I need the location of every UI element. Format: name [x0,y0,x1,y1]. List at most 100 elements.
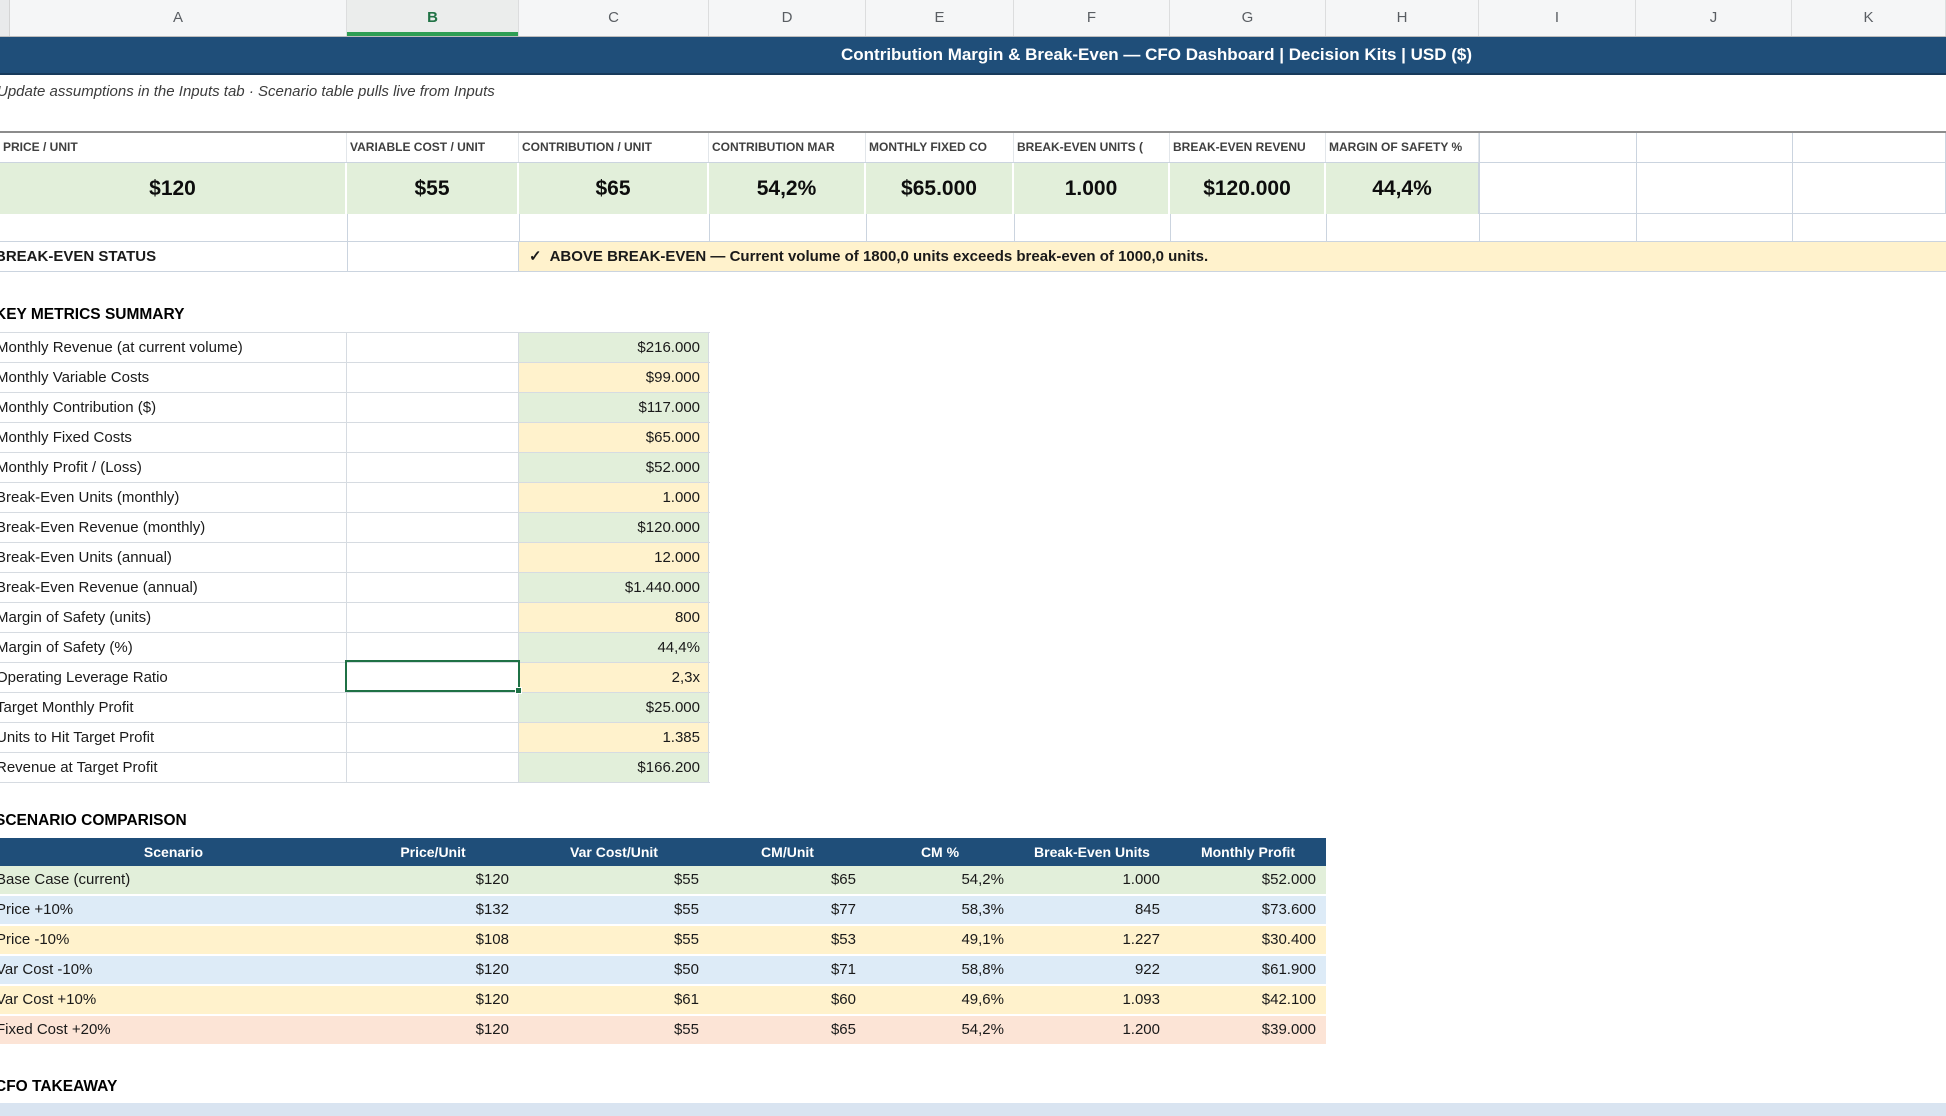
scenario-beunits-cell[interactable]: 1.227 [1014,926,1170,954]
scenario-profit-cell[interactable]: $39.000 [1170,1016,1326,1044]
scenario-label-cell[interactable]: Var Cost +10% [0,986,347,1014]
key-metrics-heading[interactable]: KEY METRICS SUMMARY [0,306,184,324]
scenario-header-cell[interactable]: Monthly Profit [1170,838,1326,866]
metric-value-cell[interactable]: $166.200 [519,753,709,782]
scenario-profit-cell[interactable]: $61.900 [1170,956,1326,984]
metric-empty-cell[interactable] [347,333,519,362]
scenario-header-cell[interactable]: Break-Even Units [1014,838,1170,866]
scenario-cmpct-cell[interactable]: 54,2% [866,866,1014,894]
metric-label-cell[interactable]: Margin of Safety (units) [0,603,347,632]
scenario-price-cell[interactable]: $120 [347,866,519,894]
empty-cell[interactable] [1480,133,1637,163]
metric-empty-cell[interactable] [347,693,519,722]
metric-value-cell[interactable]: 2,3x [519,663,709,692]
metric-value-cell[interactable]: 1.000 [519,483,709,512]
metric-label-cell[interactable]: Break-Even Units (annual) [0,543,347,572]
empty-cell[interactable] [1480,163,1637,214]
summary-value-cell[interactable]: $65 [519,163,709,214]
metric-value-cell[interactable]: 44,4% [519,633,709,662]
summary-value-cell[interactable]: $65.000 [866,163,1014,214]
scenario-beunits-cell[interactable]: 1.093 [1014,986,1170,1014]
scenario-label-cell[interactable]: Price -10% [0,926,347,954]
metric-label-cell[interactable]: Break-Even Units (monthly) [0,483,347,512]
metric-empty-cell[interactable] [347,483,519,512]
metric-label-cell[interactable]: Units to Hit Target Profit [0,723,347,752]
metric-value-cell[interactable]: $99.000 [519,363,709,392]
break-even-status-label[interactable]: BREAK-EVEN STATUS [0,242,347,271]
metric-value-cell[interactable]: $52.000 [519,453,709,482]
scenario-cmpct-cell[interactable]: 54,2% [866,1016,1014,1044]
scenario-price-cell[interactable]: $120 [347,956,519,984]
scenario-varcost-cell[interactable]: $55 [519,926,709,954]
scenario-cmunit-cell[interactable]: $71 [709,956,866,984]
column-header-cell[interactable]: D [709,0,866,36]
summary-header-cell[interactable]: VARIABLE COST / UNIT [347,133,519,162]
scenario-varcost-cell[interactable]: $50 [519,956,709,984]
scenario-beunits-cell[interactable]: 845 [1014,896,1170,924]
metric-empty-cell[interactable] [347,603,519,632]
empty-cell[interactable] [1793,133,1946,163]
column-header-cell[interactable]: G [1170,0,1326,36]
metric-label-cell[interactable]: Operating Leverage Ratio [0,663,347,692]
scenario-profit-cell[interactable]: $42.100 [1170,986,1326,1014]
summary-value-cell[interactable]: $55 [347,163,519,214]
metric-label-cell[interactable]: Break-Even Revenue (monthly) [0,513,347,542]
metric-value-cell[interactable]: $120.000 [519,513,709,542]
metric-empty-cell[interactable] [347,543,519,572]
summary-header-cell[interactable]: CONTRIBUTION MAR [709,133,866,162]
column-header-cell[interactable]: F [1014,0,1170,36]
metric-value-cell[interactable]: 1.385 [519,723,709,752]
sheet-title-bar[interactable]: Contribution Margin & Break-Even — CFO D… [0,37,1946,75]
scenario-price-cell[interactable]: $132 [347,896,519,924]
summary-header-cell[interactable]: MONTHLY FIXED CO [866,133,1014,162]
empty-cell[interactable] [1637,163,1793,214]
metric-value-cell[interactable]: $117.000 [519,393,709,422]
inputs-note[interactable]: Update assumptions in the Inputs tab · S… [0,79,495,105]
metric-empty-cell[interactable] [347,723,519,752]
empty-row[interactable] [0,214,1946,242]
summary-value-cell[interactable]: 1.000 [1014,163,1170,214]
scenario-header-cell[interactable]: Var Cost/Unit [519,838,709,866]
scenario-beunits-cell[interactable]: 1.000 [1014,866,1170,894]
summary-value-cell[interactable]: 54,2% [709,163,866,214]
metric-label-cell[interactable]: Target Monthly Profit [0,693,347,722]
scenario-beunits-cell[interactable]: 922 [1014,956,1170,984]
scenario-varcost-cell[interactable]: $61 [519,986,709,1014]
column-header-cell[interactable]: B [347,0,519,36]
summary-header-cell[interactable]: BREAK-EVEN UNITS ( [1014,133,1170,162]
metric-label-cell[interactable]: Margin of Safety (%) [0,633,347,662]
scenario-varcost-cell[interactable]: $55 [519,896,709,924]
scenario-beunits-cell[interactable]: 1.200 [1014,1016,1170,1044]
column-header-cell[interactable]: A [10,0,347,36]
metric-value-cell[interactable]: $216.000 [519,333,709,362]
summary-value-cell[interactable]: $120.000 [1170,163,1326,214]
scenario-cmunit-cell[interactable]: $65 [709,1016,866,1044]
scenario-cmunit-cell[interactable]: $53 [709,926,866,954]
scenario-header-cell[interactable]: Price/Unit [347,838,519,866]
scenario-profit-cell[interactable]: $73.600 [1170,896,1326,924]
scenario-heading[interactable]: SCENARIO COMPARISON [0,812,187,830]
metric-empty-cell[interactable] [347,453,519,482]
metric-empty-cell[interactable] [347,513,519,542]
metric-value-cell[interactable]: 12.000 [519,543,709,572]
fill-handle[interactable] [515,687,522,694]
metric-label-cell[interactable]: Break-Even Revenue (annual) [0,573,347,602]
scenario-label-cell[interactable]: Base Case (current) [0,866,347,894]
metric-empty-cell[interactable] [347,363,519,392]
metric-label-cell[interactable]: Monthly Fixed Costs [0,423,347,452]
metric-value-cell[interactable]: $1.440.000 [519,573,709,602]
scenario-price-cell[interactable]: $108 [347,926,519,954]
metric-label-cell[interactable]: Monthly Revenue (at current volume) [0,333,347,362]
scenario-cmpct-cell[interactable]: 49,1% [866,926,1014,954]
scenario-header-cell[interactable]: Scenario [0,838,347,866]
metric-label-cell[interactable]: Monthly Variable Costs [0,363,347,392]
metric-empty-cell[interactable] [347,393,519,422]
column-header-cell[interactable]: C [519,0,709,36]
column-header-cell[interactable]: E [866,0,1014,36]
metric-empty-cell[interactable] [347,753,519,782]
scenario-profit-cell[interactable]: $52.000 [1170,866,1326,894]
metric-value-cell[interactable]: $25.000 [519,693,709,722]
scenario-price-cell[interactable]: $120 [347,1016,519,1044]
scenario-cmunit-cell[interactable]: $65 [709,866,866,894]
summary-header-cell[interactable]: PRICE / UNIT [0,133,347,162]
